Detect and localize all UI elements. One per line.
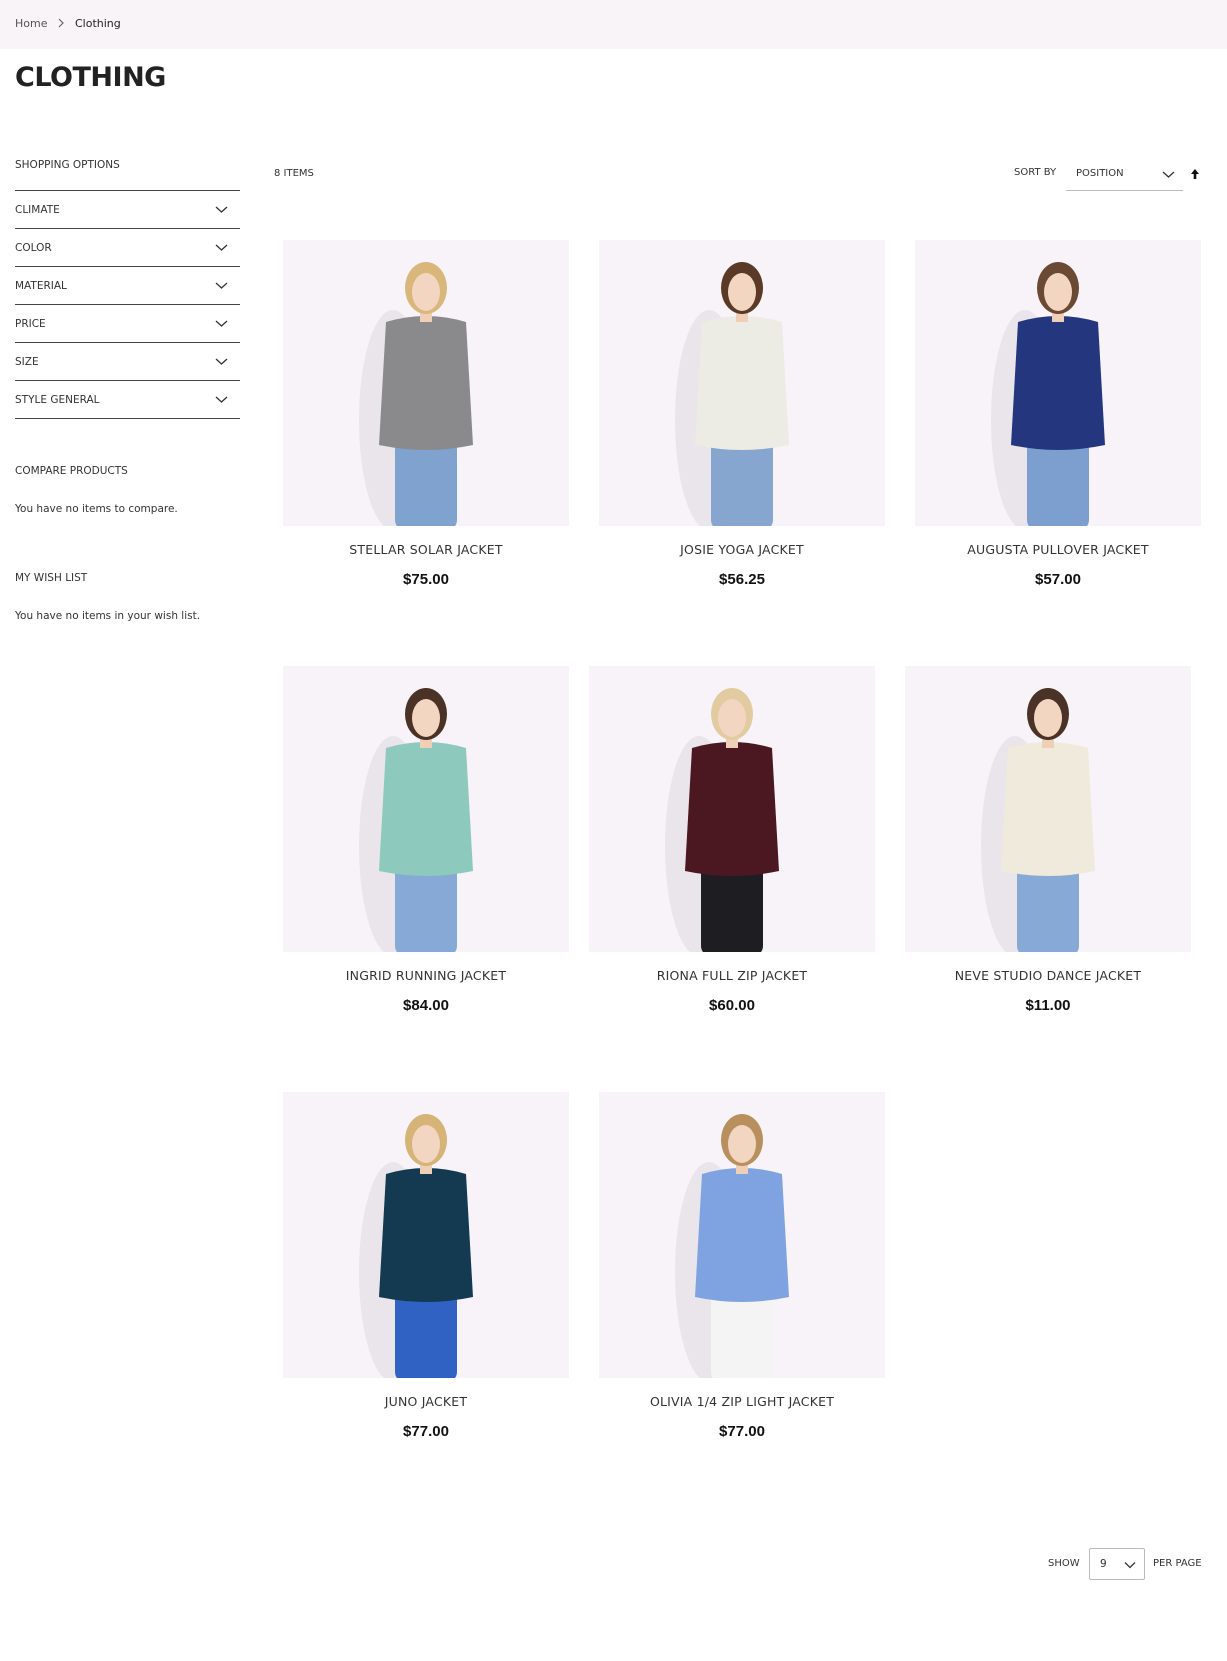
filter-label: PRICE — [15, 318, 46, 330]
product-name-link[interactable]: STELLAR SOLAR JACKET — [283, 542, 569, 557]
model-figure-illustration — [981, 688, 1095, 952]
product-card[interactable]: OLIVIA 1/4 ZIP LIGHT JACKET $77.00 — [599, 1092, 885, 1440]
product-image[interactable] — [599, 240, 885, 526]
model-figure-illustration — [675, 1114, 789, 1378]
per-page-label: PER PAGE — [1153, 1558, 1202, 1569]
model-figure-illustration — [359, 688, 473, 952]
filter-label: COLOR — [15, 242, 52, 254]
product-name-link[interactable]: INGRID RUNNING JACKET — [283, 968, 569, 983]
product-card[interactable]: RIONA FULL ZIP JACKET $60.00 — [589, 666, 875, 1014]
filter-label: MATERIAL — [15, 280, 67, 292]
compare-products-title: COMPARE PRODUCTS — [15, 465, 128, 477]
model-figure-illustration — [359, 1114, 473, 1378]
per-page-value: 9 — [1100, 1558, 1107, 1570]
product-card[interactable]: STELLAR SOLAR JACKET $75.00 — [283, 240, 569, 588]
items-count: 8 ITEMS — [274, 168, 314, 179]
product-card[interactable]: AUGUSTA PULLOVER JACKET $57.00 — [915, 240, 1201, 588]
breadcrumb-current: Clothing — [75, 17, 121, 30]
per-page-select[interactable]: 9 — [1089, 1548, 1145, 1580]
wishlist-title: MY WISH LIST — [15, 572, 88, 584]
product-price: $57.00 — [1035, 571, 1081, 588]
product-card[interactable]: JOSIE YOGA JACKET $56.25 — [599, 240, 885, 588]
filter-label: CLIMATE — [15, 204, 60, 216]
product-image[interactable] — [589, 666, 875, 952]
model-figure-illustration — [665, 688, 779, 952]
sort-by-label: SORT BY — [1014, 167, 1057, 178]
product-name-link[interactable]: OLIVIA 1/4 ZIP LIGHT JACKET — [599, 1394, 885, 1409]
product-image[interactable] — [915, 240, 1201, 526]
chevron-down-icon — [215, 320, 228, 327]
shopping-options-title: SHOPPING OPTIONS — [15, 159, 120, 171]
product-image[interactable] — [599, 1092, 885, 1378]
model-figure-illustration — [675, 262, 789, 526]
sort-direction-arrow-icon[interactable] — [1190, 168, 1200, 180]
filter-size[interactable]: SIZE — [15, 343, 240, 381]
product-price: $75.00 — [403, 571, 449, 588]
product-card[interactable]: JUNO JACKET $77.00 — [283, 1092, 569, 1440]
filter-label: STYLE GENERAL — [15, 394, 100, 406]
breadcrumb-home-link[interactable]: Home — [15, 17, 47, 30]
filter-material[interactable]: MATERIAL — [15, 267, 240, 305]
page-title: CLOTHING — [15, 62, 166, 93]
product-price: $84.00 — [403, 997, 449, 1014]
filter-price[interactable]: PRICE — [15, 305, 240, 343]
breadcrumb: Home Clothing — [0, 0, 1227, 49]
chevron-down-icon — [215, 358, 228, 365]
filter-label: SIZE — [15, 356, 39, 368]
product-name-link[interactable]: RIONA FULL ZIP JACKET — [589, 968, 875, 983]
show-label: SHOW — [1048, 1558, 1080, 1569]
product-name-link[interactable]: AUGUSTA PULLOVER JACKET — [915, 542, 1201, 557]
product-name-link[interactable]: NEVE STUDIO DANCE JACKET — [905, 968, 1191, 983]
product-card[interactable]: INGRID RUNNING JACKET $84.00 — [283, 666, 569, 1014]
chevron-down-icon — [1124, 1562, 1136, 1569]
wishlist-empty-message: You have no items in your wish list. — [15, 610, 201, 622]
model-figure-illustration — [359, 262, 473, 526]
product-price: $11.00 — [1025, 997, 1071, 1014]
product-name-link[interactable]: JUNO JACKET — [283, 1394, 569, 1409]
product-price: $77.00 — [719, 1423, 765, 1440]
product-image[interactable] — [283, 240, 569, 526]
sort-select-value: POSITION — [1076, 168, 1124, 179]
product-name-link[interactable]: JOSIE YOGA JACKET — [599, 542, 885, 557]
chevron-down-icon — [215, 206, 228, 213]
filter-style-general[interactable]: STYLE GENERAL — [15, 381, 240, 419]
product-price: $56.25 — [719, 571, 765, 588]
chevron-down-icon — [215, 244, 228, 251]
sort-select[interactable]: POSITION — [1066, 157, 1183, 191]
chevron-down-icon — [1162, 171, 1175, 178]
product-image[interactable] — [283, 1092, 569, 1378]
chevron-down-icon — [215, 282, 228, 289]
product-price: $60.00 — [709, 997, 755, 1014]
chevron-down-icon — [215, 396, 228, 403]
product-card[interactable]: NEVE STUDIO DANCE JACKET $11.00 — [905, 666, 1191, 1014]
filter-climate[interactable]: CLIMATE — [15, 191, 240, 229]
compare-empty-message: You have no items to compare. — [15, 503, 178, 515]
chevron-right-icon — [58, 18, 64, 28]
product-image[interactable] — [905, 666, 1191, 952]
product-price: $77.00 — [403, 1423, 449, 1440]
filter-color[interactable]: COLOR — [15, 229, 240, 267]
product-image[interactable] — [283, 666, 569, 952]
model-figure-illustration — [991, 262, 1105, 526]
